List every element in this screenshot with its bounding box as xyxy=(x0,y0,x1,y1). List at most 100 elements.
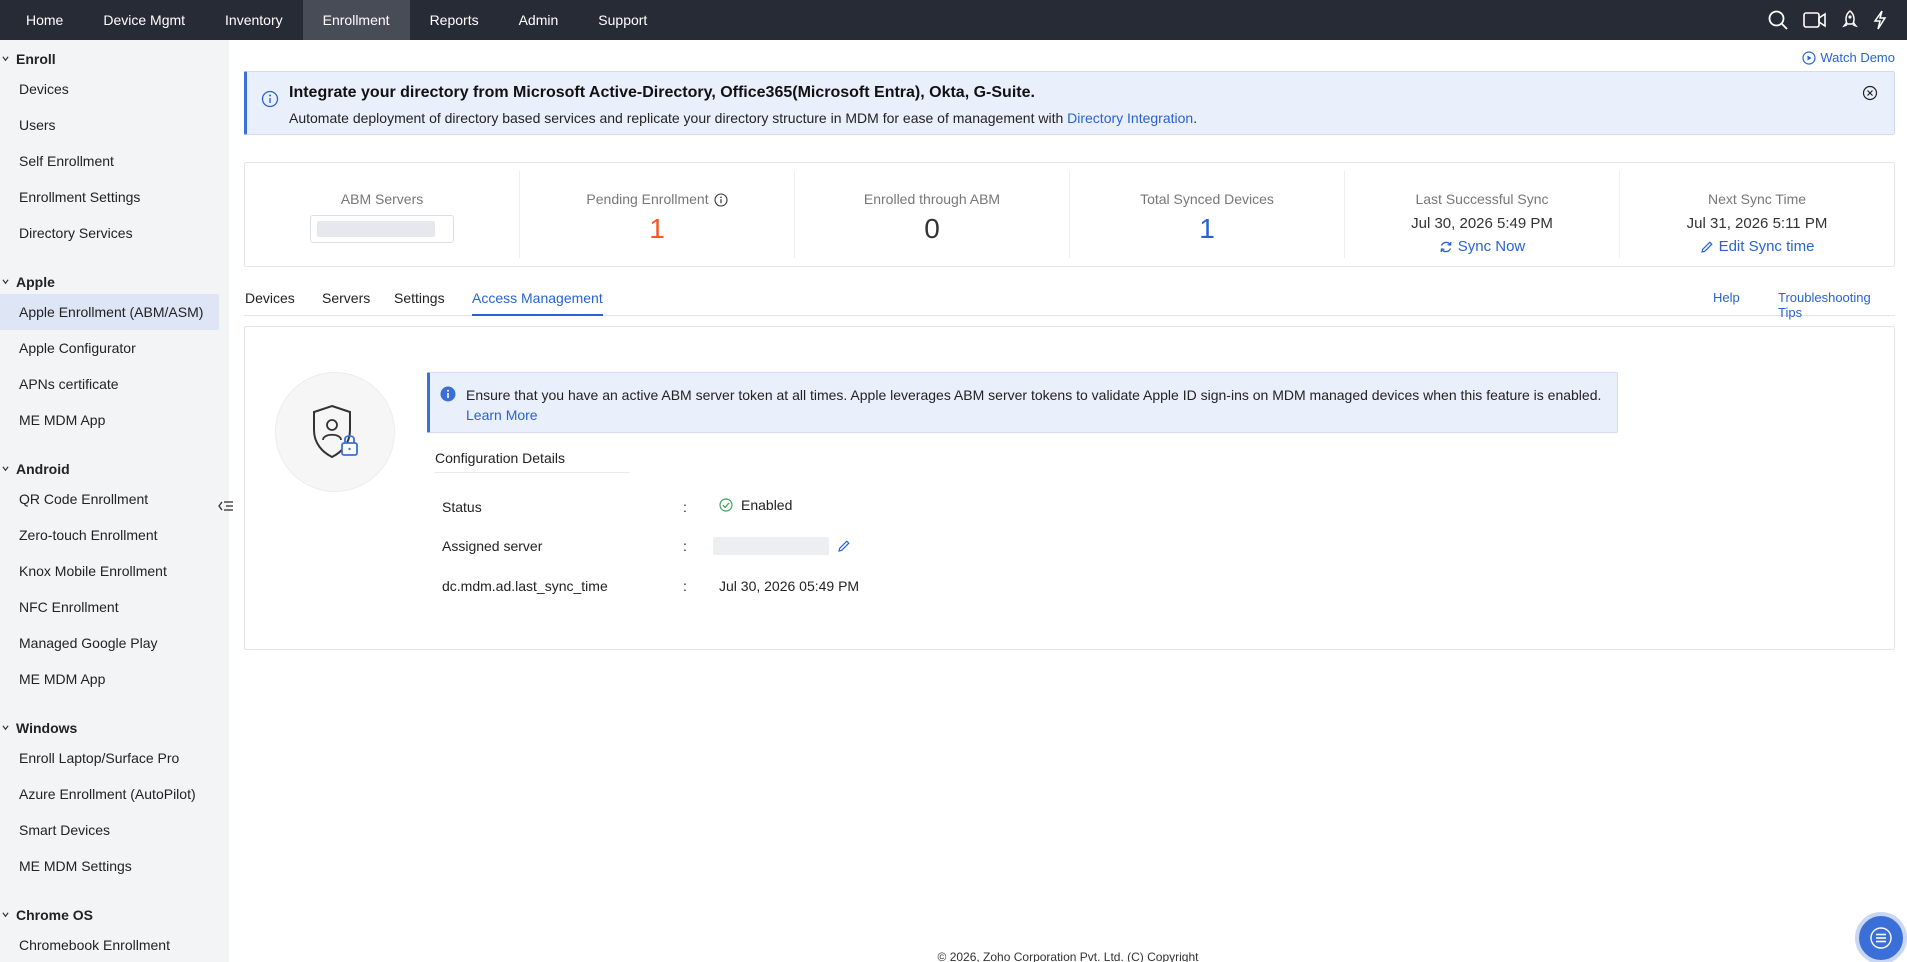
sidebar-item-me-mdm-app[interactable]: ME MDM App xyxy=(0,402,219,438)
synced-count[interactable]: 1 xyxy=(1070,213,1344,245)
config-label-assigned-server: Assigned server xyxy=(442,538,543,554)
sidebar-item-self-enrollment[interactable]: Self Enrollment xyxy=(0,143,219,179)
stat-next-sync: Next Sync Time Jul 31, 2026 5:11 PM Edit… xyxy=(1620,171,1894,258)
sync-now-label: Sync Now xyxy=(1457,238,1526,255)
chat-menu-button[interactable] xyxy=(1855,912,1907,962)
top-nav: Home Device Mgmt Inventory Enrollment Re… xyxy=(0,0,1907,40)
sync-now-button[interactable]: Sync Now xyxy=(1439,238,1526,255)
watch-demo-label: Watch Demo xyxy=(1820,50,1895,65)
rocket-icon[interactable] xyxy=(1841,10,1859,30)
sidebar: Enroll Devices Users Self Enrollment Enr… xyxy=(0,40,229,962)
tab-enrollment[interactable]: Enrollment xyxy=(302,0,410,40)
shield-illustration xyxy=(275,372,395,492)
pending-enrollment-count[interactable]: 1 xyxy=(520,213,794,245)
search-icon[interactable] xyxy=(1767,9,1789,31)
status-value: Enabled xyxy=(741,497,793,513)
stat-label-text: Pending Enrollment xyxy=(586,191,709,207)
stat-label: Last Successful Sync xyxy=(1415,191,1549,207)
sidebar-item-apple-enrollment[interactable]: Apple Enrollment (ABM/ASM) xyxy=(0,294,219,330)
sidebar-group-label: Apple xyxy=(16,274,55,290)
tab-device-mgmt[interactable]: Device Mgmt xyxy=(83,0,205,40)
info-icon[interactable] xyxy=(714,193,728,207)
troubleshooting-tips-link[interactable]: Troubleshooting Tips xyxy=(1778,290,1895,320)
tab-admin[interactable]: Admin xyxy=(499,0,579,40)
sidebar-item-managed-google-play[interactable]: Managed Google Play xyxy=(0,625,219,661)
note-body: Ensure that you have an active ABM serve… xyxy=(466,387,1602,403)
directory-integration-link[interactable]: Directory Integration xyxy=(1067,110,1193,126)
sidebar-group-enroll[interactable]: Enroll xyxy=(0,40,229,71)
sidebar-item-smart-devices[interactable]: Smart Devices xyxy=(0,812,219,848)
redacted-value xyxy=(317,221,435,237)
banner-text: Automate deployment of directory based s… xyxy=(289,110,1197,126)
config-colon: : xyxy=(683,538,687,554)
config-label-status: Status xyxy=(442,499,482,515)
sidebar-item-azure-enrollment[interactable]: Azure Enrollment (AutoPilot) xyxy=(0,776,219,812)
watch-demo-link[interactable]: Watch Demo xyxy=(1802,50,1895,65)
sidebar-item-apple-configurator[interactable]: Apple Configurator xyxy=(0,330,219,366)
stat-enrolled-through-abm: Enrolled through ABM 0 xyxy=(795,171,1070,258)
stat-label: Next Sync Time xyxy=(1707,191,1807,207)
stat-pending-enrollment: Pending Enrollment 1 xyxy=(520,171,795,258)
chevron-down-icon xyxy=(2,725,9,731)
sidebar-item-directory-services[interactable]: Directory Services xyxy=(0,215,219,251)
lightning-icon[interactable] xyxy=(1873,10,1887,30)
sidebar-item-qr-code-enrollment[interactable]: QR Code Enrollment xyxy=(0,481,219,517)
banner-text-body: Automate deployment of directory based s… xyxy=(289,110,1068,126)
check-circle-icon xyxy=(719,498,733,512)
pencil-icon[interactable] xyxy=(837,539,851,553)
subtab-access-management[interactable]: Access Management xyxy=(472,290,603,316)
abm-stats: ABM Servers Pending Enrollment 1 Enrolle… xyxy=(244,162,1895,267)
shield-lock-icon xyxy=(313,404,358,459)
top-nav-tabs: Home Device Mgmt Inventory Enrollment Re… xyxy=(0,0,667,40)
config-value-status: Enabled xyxy=(719,497,792,513)
sidebar-item-nfc-enrollment[interactable]: NFC Enrollment xyxy=(0,589,219,625)
sidebar-group-windows[interactable]: Windows xyxy=(0,709,229,740)
tab-support[interactable]: Support xyxy=(578,0,667,40)
stat-label: Pending Enrollment xyxy=(520,191,794,207)
sidebar-item-enroll-laptop[interactable]: Enroll Laptop/Surface Pro xyxy=(0,740,219,776)
stat-abm-servers: ABM Servers xyxy=(245,171,520,258)
edit-sync-time-button[interactable]: Edit Sync time xyxy=(1700,238,1815,255)
subtab-servers[interactable]: Servers xyxy=(322,290,370,316)
close-icon[interactable] xyxy=(1862,85,1878,101)
sidebar-item-devices[interactable]: Devices xyxy=(0,71,219,107)
redacted-value xyxy=(713,537,829,555)
sidebar-item-users[interactable]: Users xyxy=(0,107,219,143)
subtab-settings[interactable]: Settings xyxy=(394,290,445,316)
sidebar-group-apple[interactable]: Apple xyxy=(0,263,229,294)
tab-inventory[interactable]: Inventory xyxy=(205,0,303,40)
access-management-panel: Ensure that you have an active ABM serve… xyxy=(244,326,1895,650)
tab-reports[interactable]: Reports xyxy=(410,0,499,40)
sidebar-group-android[interactable]: Android xyxy=(0,450,229,481)
subtab-devices[interactable]: Devices xyxy=(245,290,295,316)
sidebar-item-me-mdm-settings[interactable]: ME MDM Settings xyxy=(0,848,219,884)
learn-more-link[interactable]: Learn More xyxy=(466,407,538,423)
play-icon xyxy=(1802,50,1816,65)
banner-text-suffix: . xyxy=(1193,110,1198,126)
info-icon xyxy=(261,90,279,108)
top-nav-icons xyxy=(1767,9,1907,31)
main-content: Watch Demo Integrate your directory from… xyxy=(229,40,1907,962)
sidebar-item-zero-touch-enrollment[interactable]: Zero-touch Enrollment xyxy=(0,517,219,553)
note-text: Ensure that you have an active ABM serve… xyxy=(466,385,1607,425)
sidebar-item-chromebook-enrollment[interactable]: Chromebook Enrollment xyxy=(0,927,219,962)
stat-label: Total Synced Devices xyxy=(1140,191,1274,207)
chevron-down-icon xyxy=(2,912,9,918)
tab-home[interactable]: Home xyxy=(0,0,83,40)
refresh-icon xyxy=(1440,241,1452,252)
sidebar-item-enrollment-settings[interactable]: Enrollment Settings xyxy=(0,179,219,215)
sidebar-item-knox-mobile-enrollment[interactable]: Knox Mobile Enrollment xyxy=(0,553,219,589)
config-value-assigned-server xyxy=(713,537,851,555)
stat-total-synced: Total Synced Devices 1 xyxy=(1070,171,1345,258)
sidebar-group-chrome-os[interactable]: Chrome OS xyxy=(0,896,229,927)
enrolled-count: 0 xyxy=(924,213,940,244)
banner-title: Integrate your directory from Microsoft … xyxy=(289,84,1035,101)
edit-sync-time-label: Edit Sync time xyxy=(1718,238,1815,255)
sidebar-item-me-mdm-app-android[interactable]: ME MDM App xyxy=(0,661,219,697)
sub-tabs: Devices Servers Settings Access Manageme… xyxy=(244,290,1895,320)
help-link[interactable]: Help xyxy=(1713,290,1740,305)
video-icon[interactable] xyxy=(1803,11,1827,29)
abm-server-select[interactable] xyxy=(310,215,454,243)
next-sync-date: Jul 31, 2026 5:11 PM xyxy=(1686,215,1828,232)
sidebar-item-apns-certificate[interactable]: APNs certificate xyxy=(0,366,219,402)
